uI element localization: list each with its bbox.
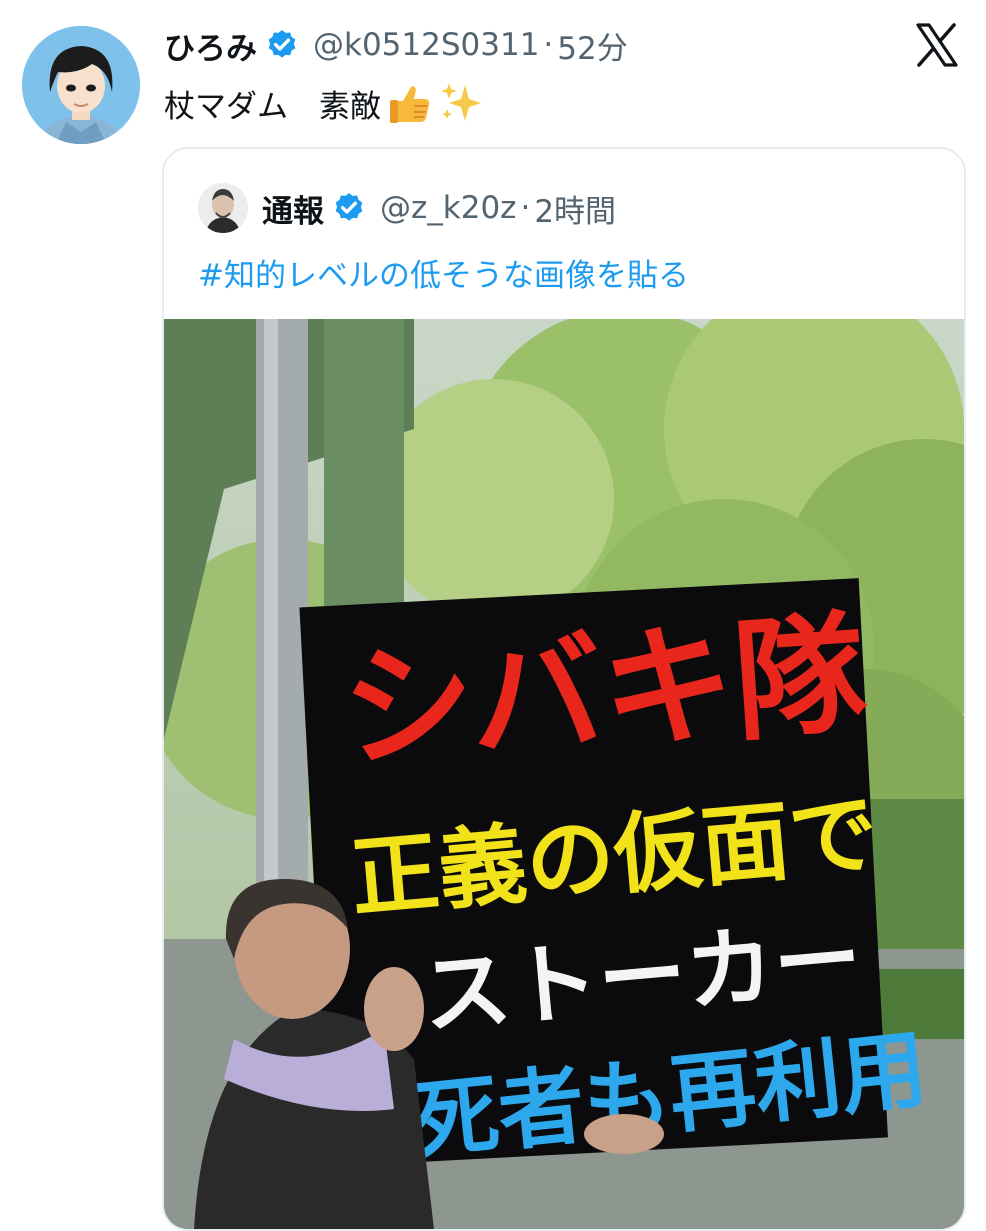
verified-badge-icon (335, 193, 363, 221)
quoted-tweet-hashtag[interactable]: #知的レベルの低そうな画像を貼る (198, 245, 689, 299)
quoted-timestamp[interactable]: 2時間 (534, 186, 616, 231)
quoted-author-name[interactable]: 通報 (262, 186, 324, 231)
author-name[interactable]: ひろみ (164, 23, 257, 68)
quoted-author-avatar[interactable] (198, 183, 248, 233)
quoted-avatar-illustration (198, 183, 248, 233)
author-avatar[interactable] (22, 26, 140, 144)
quoted-tweet-header: 通報 @z_k20z · 2時間 (198, 179, 616, 237)
quoted-tweet-card[interactable]: 通報 @z_k20z · 2時間 #知的レベルの低そうな画像を貼る シバキ隊 正… (162, 147, 966, 1231)
sparkles-icon (437, 79, 485, 127)
tweet-body: 杖マダム 素敵 (164, 88, 381, 125)
thumbs-up-icon (385, 79, 433, 127)
x-logo-icon[interactable] (914, 22, 960, 68)
timestamp[interactable]: 52分 (557, 23, 627, 68)
separator-dot: · (520, 190, 531, 226)
hashtag-link[interactable]: #知的レベルの低そうな画像を貼る (198, 250, 689, 295)
verified-badge-icon (268, 30, 296, 58)
author-handle[interactable]: @k0512S0311 (313, 27, 539, 63)
tweet-header: ひろみ @k0512S0311 · 52分 (164, 18, 628, 72)
tweet-text: 杖マダム 素敵 (164, 76, 485, 130)
avatar-illustration (22, 26, 140, 144)
tweet-photo[interactable]: シバキ隊 正義の仮面で ストーカー 死者も再利用 (164, 319, 964, 1229)
quoted-author-handle[interactable]: @z_k20z (380, 190, 516, 226)
protest-sign-photo: シバキ隊 正義の仮面で ストーカー 死者も再利用 (164, 319, 964, 1229)
separator-dot: · (543, 27, 554, 63)
